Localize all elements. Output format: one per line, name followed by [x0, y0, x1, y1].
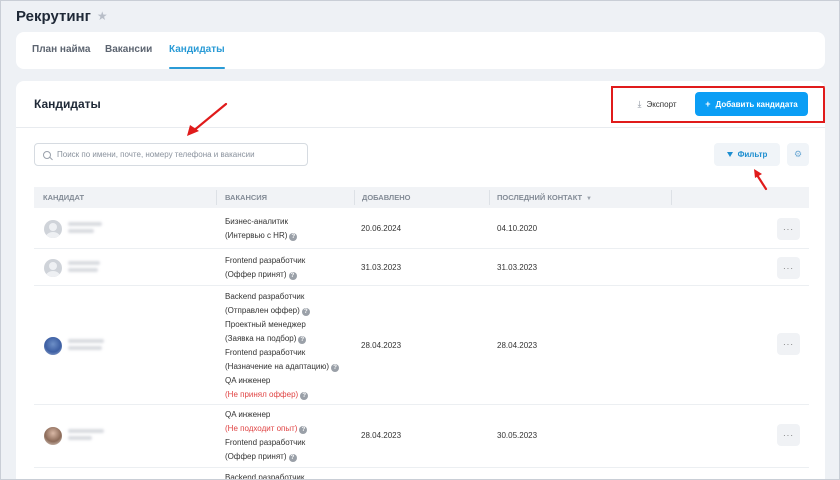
- filter-button-label: Фильтр: [737, 150, 768, 159]
- vacancy-title[interactable]: Проектный менеджер: [225, 318, 339, 332]
- avatar: [44, 337, 62, 355]
- last-contact-date: 04.10.2020: [497, 224, 538, 233]
- search-box[interactable]: [34, 143, 308, 166]
- vacancy-status: (Не подходит опыт): [225, 424, 298, 433]
- add-candidate-button-label: Добавить кандидата: [715, 99, 798, 109]
- column-divider: [671, 190, 672, 205]
- last-contact-date: 31.03.2023: [497, 263, 538, 272]
- tab-candidates[interactable]: Кандидаты: [169, 32, 225, 69]
- avatar: [44, 259, 62, 277]
- column-header-added[interactable]: ДОБАВЛЕНО: [362, 187, 410, 208]
- added-date: 20.06.2024: [361, 224, 402, 233]
- vacancy-title[interactable]: Frontend разработчик: [225, 254, 305, 268]
- search-input[interactable]: [57, 150, 297, 159]
- candidates-card: Кандидаты ⤓ Экспорт + Добавить кандидата…: [16, 81, 825, 480]
- export-button[interactable]: ⤓ Экспорт: [621, 92, 693, 116]
- page-header: Рекрутинг ★: [16, 6, 109, 26]
- avatar: [44, 427, 62, 445]
- vacancy-list: Backend разработчик: [225, 471, 304, 480]
- vacancy-title[interactable]: QA инженер: [225, 408, 307, 422]
- candidate-name-blurred: [68, 339, 104, 353]
- plus-icon: +: [705, 98, 711, 109]
- download-icon: ⤓: [637, 98, 642, 109]
- column-divider: [354, 190, 355, 205]
- added-date: 31.03.2023: [361, 263, 402, 272]
- added-date: 28.04.2023: [361, 341, 402, 350]
- row-actions-button[interactable]: ···: [777, 218, 800, 240]
- table-row[interactable]: Бизнес-аналитик (Интервью с HR)? 20.06.2…: [34, 209, 809, 249]
- avatar: [44, 220, 62, 238]
- vacancy-list: Frontend разработчик (Оффер принят)?: [225, 254, 305, 282]
- card-title: Кандидаты: [34, 97, 101, 111]
- help-icon[interactable]: ?: [299, 426, 308, 434]
- chevron-down-icon[interactable]: ▼: [586, 189, 592, 210]
- vacancy-status: (Заявка на подбор): [225, 334, 297, 343]
- column-header-last-contact[interactable]: ПОСЛЕДНИЙ КОНТАКТ ▼: [497, 187, 592, 208]
- help-icon[interactable]: ?: [331, 364, 340, 372]
- tabs-bar: План найма Вакансии Кандидаты: [16, 32, 825, 69]
- tab-vacancies[interactable]: Вакансии: [105, 32, 152, 69]
- last-contact-date: 30.05.2023: [497, 431, 538, 440]
- vacancy-title[interactable]: Frontend разработчик: [225, 346, 339, 360]
- vacancy-title[interactable]: Frontend разработчик: [225, 436, 307, 450]
- export-button-label: Экспорт: [646, 99, 677, 109]
- table-header: КАНДИДАТ ВАКАНСИЯ ДОБАВЛЕНО ПОСЛЕДНИЙ КО…: [34, 187, 809, 208]
- star-icon[interactable]: ★: [97, 10, 109, 22]
- help-icon[interactable]: ?: [289, 233, 298, 241]
- column-divider: [216, 190, 217, 205]
- help-icon[interactable]: ?: [288, 454, 297, 462]
- column-divider: [489, 190, 490, 205]
- add-candidate-button[interactable]: + Добавить кандидата: [695, 92, 808, 116]
- row-actions-button[interactable]: ···: [777, 257, 800, 279]
- vacancy-status: (Назначение на адаптацию): [225, 362, 330, 371]
- candidate-name-blurred: [68, 429, 104, 443]
- page-title: Рекрутинг: [16, 7, 91, 25]
- vacancy-list: QA инженер (Не подходит опыт)? Frontend …: [225, 408, 308, 464]
- vacancy-list: Бизнес-аналитик (Интервью с HR)?: [225, 215, 298, 243]
- filter-button[interactable]: Фильтр: [714, 143, 780, 166]
- tab-hiring-plan[interactable]: План найма: [32, 32, 91, 69]
- table-settings-button[interactable]: ⚙: [787, 143, 809, 166]
- vacancy-status: (Не принял оффер): [225, 390, 299, 399]
- vacancy-title[interactable]: Backend разработчик: [225, 290, 339, 304]
- vacancy-status: (Отправлен оффер): [225, 306, 300, 315]
- header-divider: [16, 127, 825, 128]
- last-contact-date: 28.04.2023: [497, 341, 538, 350]
- table-row[interactable]: Backend разработчик: [34, 469, 809, 480]
- gear-icon: ⚙: [793, 149, 803, 159]
- help-icon[interactable]: ?: [300, 392, 309, 400]
- vacancy-title[interactable]: QA инженер: [225, 374, 339, 388]
- row-actions-button[interactable]: ···: [777, 333, 800, 355]
- vacancy-title[interactable]: Backend разработчик: [225, 471, 304, 480]
- candidate-name-blurred: [68, 222, 104, 236]
- table-row[interactable]: QA инженер (Не подходит опыт)? Frontend …: [34, 406, 809, 468]
- candidate-name-blurred: [68, 261, 104, 275]
- row-actions-button[interactable]: ···: [777, 424, 800, 446]
- vacancy-list: Backend разработчик (Отправлен оффер)? П…: [225, 290, 340, 402]
- help-icon[interactable]: ?: [301, 308, 310, 316]
- column-header-last-contact-label: ПОСЛЕДНИЙ КОНТАКТ: [497, 193, 583, 202]
- vacancy-status: (Оффер принят): [225, 270, 287, 279]
- table-row[interactable]: Frontend разработчик (Оффер принят)? 31.…: [34, 250, 809, 286]
- help-icon[interactable]: ?: [298, 336, 307, 344]
- vacancy-status: (Оффер принят): [225, 452, 287, 461]
- vacancy-title[interactable]: Бизнес-аналитик: [225, 215, 297, 229]
- help-icon[interactable]: ?: [288, 272, 297, 280]
- funnel-icon: [726, 152, 733, 157]
- column-header-candidate[interactable]: КАНДИДАТ: [43, 187, 84, 208]
- column-header-vacancy[interactable]: ВАКАНСИЯ: [225, 187, 267, 208]
- vacancy-status: (Интервью с HR): [225, 231, 288, 240]
- added-date: 28.04.2023: [361, 431, 402, 440]
- search-icon: [43, 150, 51, 159]
- table-row[interactable]: Backend разработчик (Отправлен оффер)? П…: [34, 287, 809, 405]
